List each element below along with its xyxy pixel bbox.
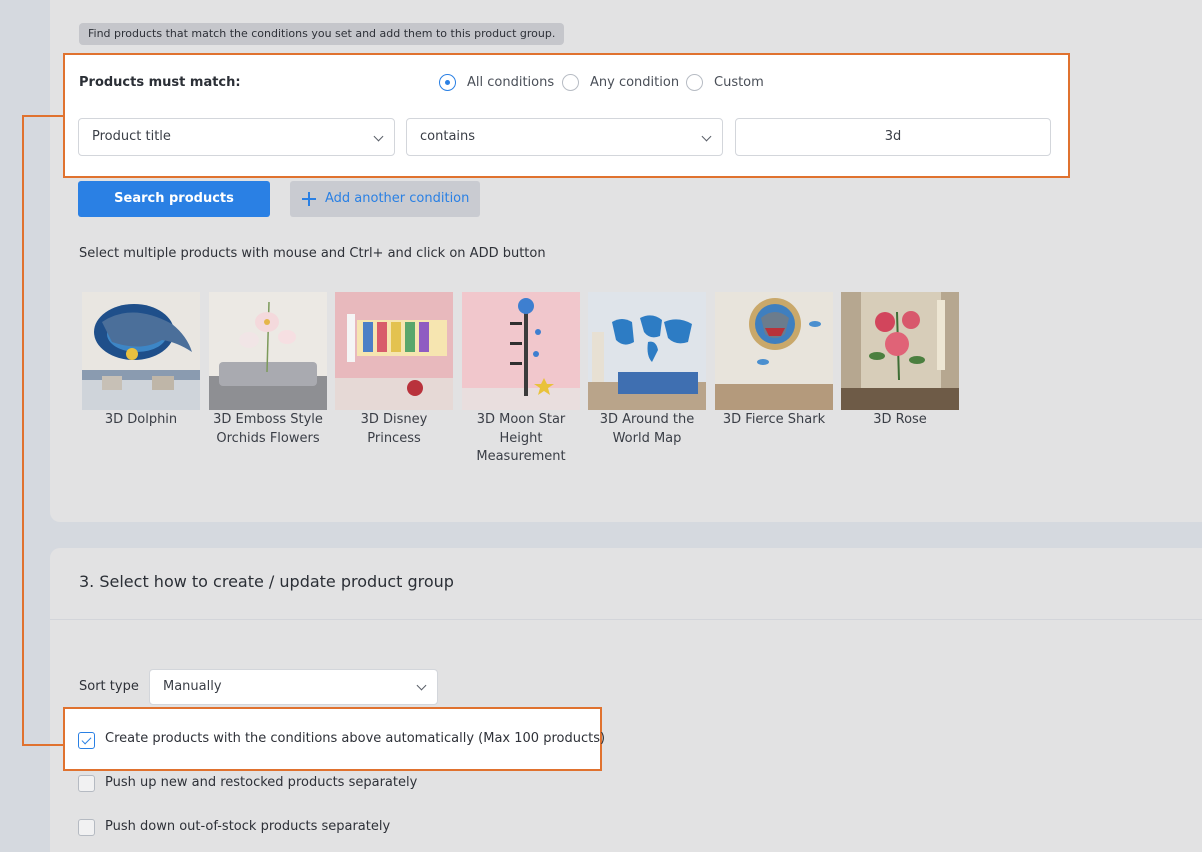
product-name: 3D Rose [873, 412, 927, 427]
plus-icon [302, 192, 316, 206]
product-name: 3D Fierce Shark [722, 412, 826, 427]
product-name: 3D Around the World Map [599, 412, 695, 446]
product-card[interactable]: 3D Rose [841, 292, 959, 430]
radio-label: All conditions [467, 75, 555, 90]
sort-type-select[interactable]: Manually [149, 669, 438, 705]
product-thumbnail [715, 292, 833, 410]
radio-any-condition[interactable]: Any condition [562, 74, 679, 91]
product-thumbnail [588, 292, 706, 410]
product-card[interactable]: 3D Moon Star Height Measurement [462, 292, 580, 467]
push-down-checkbox[interactable] [78, 819, 95, 836]
radio-custom[interactable]: Custom [686, 74, 764, 91]
push-up-label: Push up new and restocked products separ… [105, 775, 418, 790]
chevron-down-icon [416, 680, 427, 691]
radio-button[interactable] [686, 74, 703, 91]
conditions-hint: Find products that match the conditions … [79, 23, 565, 45]
auto-create-label: Create products with the conditions abov… [105, 731, 606, 746]
product-card[interactable]: 3D Disney Princess [335, 292, 453, 448]
section-title: 3. Select how to create / update product… [79, 572, 454, 591]
conditions-highlight-box [63, 53, 1070, 178]
condition-value-input[interactable]: 3d [735, 118, 1051, 156]
push-down-label: Push down out-of-stock products separate… [105, 819, 391, 834]
section-divider [50, 619, 1202, 620]
product-thumbnail [335, 292, 453, 410]
operator-select-value: contains [420, 129, 476, 144]
field-select[interactable]: Product title [78, 118, 395, 156]
add-condition-label: Add another condition [325, 191, 470, 206]
radio-label: Custom [714, 75, 764, 90]
search-products-button[interactable]: Search products [78, 181, 270, 217]
product-thumbnail [841, 292, 959, 410]
product-name: 3D Disney Princess [360, 412, 428, 446]
radio-button[interactable] [562, 74, 579, 91]
operator-select[interactable]: contains [406, 118, 723, 156]
chevron-down-icon [701, 131, 712, 142]
product-card[interactable]: 3D Dolphin [82, 292, 200, 430]
product-name: 3D Dolphin [104, 412, 178, 427]
match-label: Products must match: [79, 75, 241, 90]
product-card[interactable]: 3D Around the World Map [588, 292, 706, 448]
radio-all-conditions[interactable]: All conditions [439, 74, 554, 91]
product-name: 3D Moon Star Height Measurement [476, 412, 566, 464]
push-up-checkbox[interactable] [78, 775, 95, 792]
radio-button-checked[interactable] [439, 74, 456, 91]
field-select-value: Product title [92, 129, 171, 144]
product-thumbnail [462, 292, 580, 410]
product-thumbnail [82, 292, 200, 410]
highlight-connector-line [22, 115, 64, 746]
add-condition-button[interactable]: Add another condition [290, 181, 480, 217]
radio-label: Any condition [590, 75, 680, 90]
selection-hint: Select multiple products with mouse and … [79, 246, 546, 261]
chevron-down-icon [373, 131, 384, 142]
product-thumbnail [209, 292, 327, 410]
sort-type-value: Manually [163, 679, 222, 694]
auto-create-checkbox[interactable] [78, 732, 95, 749]
product-name: 3D Emboss Style Orchids Flowers [213, 412, 323, 446]
sort-type-label: Sort type [79, 679, 139, 694]
product-card[interactable]: 3D Fierce Shark [715, 292, 833, 430]
product-card[interactable]: 3D Emboss Style Orchids Flowers [209, 292, 327, 448]
